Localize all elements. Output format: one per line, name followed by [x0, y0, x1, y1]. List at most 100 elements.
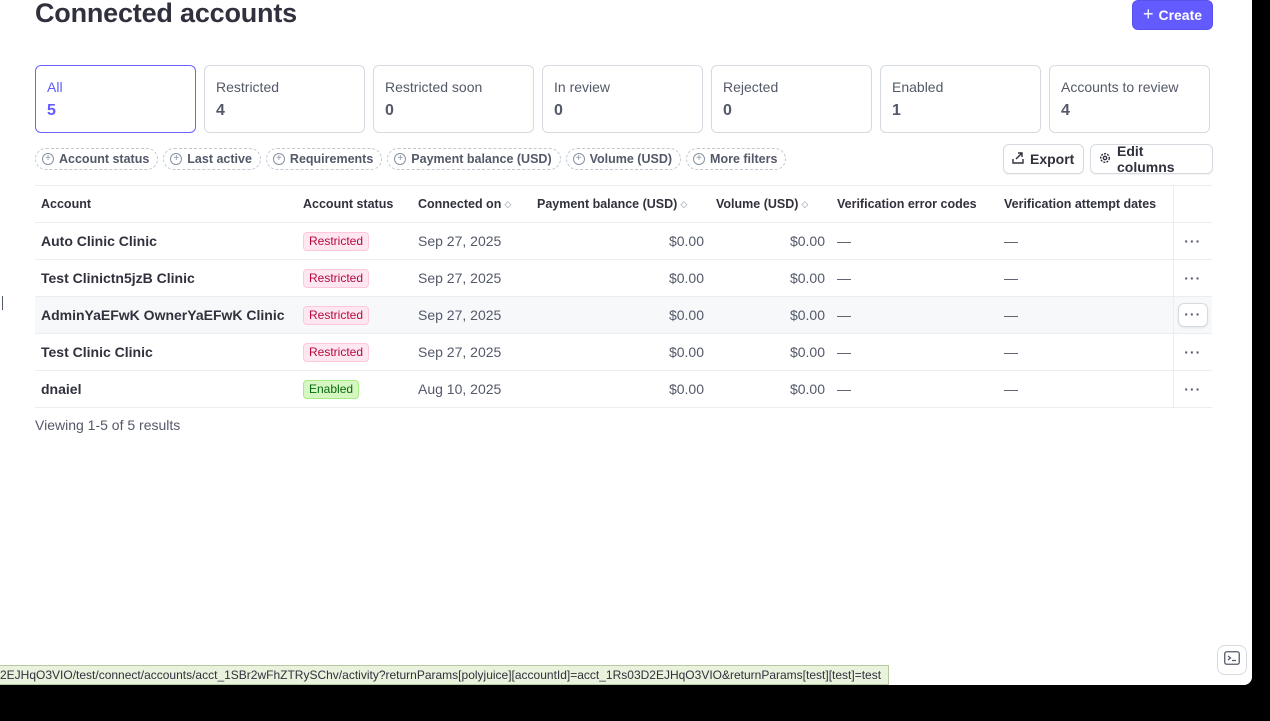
- account-status-cell: Restricted: [297, 333, 412, 371]
- account-name[interactable]: Auto Clinic Clinic: [35, 222, 297, 260]
- verification-error-codes: —: [831, 222, 998, 260]
- status-card-accounts-to-review[interactable]: Accounts to review 4: [1049, 65, 1210, 133]
- column-header-verification-attempt-dates[interactable]: Verification attempt dates: [998, 185, 1173, 223]
- column-header-account[interactable]: Account: [35, 185, 297, 223]
- create-button-label: Create: [1158, 7, 1203, 23]
- payment-balance: $0.00: [531, 370, 710, 408]
- verification-attempt-dates: —: [998, 222, 1173, 260]
- filter-requirements[interactable]: + Requirements: [265, 148, 383, 170]
- payment-balance: $0.00: [531, 259, 710, 297]
- status-card-in-review[interactable]: In review 0: [542, 65, 703, 133]
- verification-attempt-dates: —: [998, 259, 1173, 297]
- create-button[interactable]: + Create: [1132, 0, 1213, 30]
- status-card-count: 4: [216, 102, 225, 119]
- export-button-label: Export: [1030, 151, 1075, 167]
- status-cards: All 5 Restricted 4 Restricted soon 0 In …: [35, 65, 1210, 133]
- filter-label: Volume (USD): [589, 152, 673, 166]
- verification-error-codes: —: [831, 370, 998, 408]
- table-row[interactable]: AdminYaEFwK OwnerYaEFwK Clinic Restricte…: [35, 296, 1212, 334]
- column-header-volume[interactable]: Volume (USD) ◇: [710, 185, 831, 223]
- plus-circle-icon: +: [572, 153, 585, 165]
- status-card-label: Enabled: [892, 79, 944, 95]
- table-row[interactable]: Test Clinictn5jzB Clinic Restricted Sep …: [35, 259, 1212, 297]
- account-name[interactable]: AdminYaEFwK OwnerYaEFwK Clinic: [35, 296, 297, 334]
- filter-label: More filters: [710, 152, 778, 166]
- status-card-enabled[interactable]: Enabled 1: [880, 65, 1041, 133]
- status-card-count: 1: [892, 102, 901, 119]
- status-card-restricted[interactable]: Restricted 4: [204, 65, 365, 133]
- connected-on: Aug 10, 2025: [412, 370, 531, 408]
- status-card-rejected[interactable]: Rejected 0: [711, 65, 872, 133]
- column-header-label: Volume (USD): [716, 197, 799, 211]
- terminal-button[interactable]: [1217, 645, 1247, 675]
- status-bar-url: 2EJHqO3VIO/test/connect/accounts/acct_1S…: [0, 665, 890, 685]
- account-status-cell: Restricted: [297, 222, 412, 260]
- export-icon: [1012, 151, 1024, 167]
- volume: $0.00: [710, 259, 831, 297]
- status-card-label: All: [47, 79, 63, 95]
- account-status-cell: Enabled: [297, 370, 412, 408]
- filter-more-filters[interactable]: + More filters: [686, 148, 787, 170]
- gear-icon: [1099, 151, 1111, 167]
- connected-on: Sep 27, 2025: [412, 333, 531, 371]
- verification-attempt-dates: —: [998, 370, 1173, 408]
- column-header-connected-on[interactable]: Connected on ◇: [412, 185, 531, 223]
- status-card-count: 0: [723, 102, 732, 119]
- table-row[interactable]: dnaiel Enabled Aug 10, 2025 $0.00 $0.00 …: [35, 370, 1212, 408]
- filter-payment-balance[interactable]: + Payment balance (USD): [387, 148, 561, 170]
- status-card-count: 4: [1061, 102, 1070, 119]
- edit-columns-button[interactable]: Edit columns: [1090, 143, 1213, 175]
- column-header-label: Payment balance (USD): [537, 197, 678, 211]
- sort-icon[interactable]: ◇: [504, 199, 511, 209]
- more-icon[interactable]: ···: [1184, 381, 1201, 397]
- status-card-label: Accounts to review: [1061, 79, 1179, 95]
- payment-balance: $0.00: [531, 222, 710, 260]
- table-row[interactable]: Test Clinic Clinic Restricted Sep 27, 20…: [35, 333, 1212, 371]
- row-actions-cell: ···: [1172, 333, 1212, 371]
- more-icon[interactable]: ···: [1184, 233, 1201, 249]
- filter-volume[interactable]: + Volume (USD): [565, 148, 682, 170]
- status-card-count: 0: [554, 102, 563, 119]
- volume: $0.00: [710, 296, 831, 334]
- column-header-label: Connected on: [418, 197, 502, 211]
- verification-error-codes: —: [831, 296, 998, 334]
- status-card-label: In review: [554, 79, 611, 95]
- terminal-icon: [1224, 650, 1240, 670]
- account-name[interactable]: Test Clinictn5jzB Clinic: [35, 259, 297, 297]
- table-row[interactable]: Auto Clinic Clinic Restricted Sep 27, 20…: [35, 222, 1212, 260]
- column-header-verification-error-codes[interactable]: Verification error codes: [831, 185, 998, 223]
- filter-bar: + Account status + Last active + Requiremen…: [35, 148, 787, 170]
- payment-balance: $0.00: [531, 333, 710, 371]
- verification-error-codes: —: [831, 333, 998, 371]
- status-card-label: Restricted soon: [385, 79, 483, 95]
- more-icon[interactable]: ···: [1184, 270, 1201, 286]
- column-header-actions: [1172, 185, 1212, 223]
- status-badge: Enabled: [303, 379, 360, 399]
- account-name[interactable]: dnaiel: [35, 370, 297, 408]
- status-badge: Restricted: [303, 268, 370, 288]
- plus-circle-icon: +: [272, 153, 285, 165]
- status-card-count: 5: [47, 102, 56, 119]
- account-name[interactable]: Test Clinic Clinic: [35, 333, 297, 371]
- account-status-cell: Restricted: [297, 259, 412, 297]
- plus-circle-icon: +: [170, 153, 183, 165]
- more-icon[interactable]: ···: [1184, 344, 1201, 360]
- status-card-all[interactable]: All 5: [35, 65, 196, 133]
- pagination-summary: Viewing 1-5 of 5 results: [35, 417, 181, 433]
- status-card-restricted-soon[interactable]: Restricted soon 0: [373, 65, 534, 133]
- filter-account-status[interactable]: + Account status: [35, 148, 159, 170]
- filter-label: Last active: [187, 152, 252, 166]
- sort-icon[interactable]: ◇: [680, 199, 687, 209]
- sort-icon[interactable]: ◇: [801, 199, 808, 209]
- column-header-payment-balance[interactable]: Payment balance (USD) ◇: [531, 185, 710, 223]
- app-window: Connected accounts + Create All 5 Restri…: [0, 0, 1252, 685]
- text-cursor: [2, 296, 3, 310]
- plus-circle-icon: +: [394, 153, 407, 165]
- plus-icon: +: [1142, 4, 1154, 24]
- column-header-account-status[interactable]: Account status: [297, 185, 412, 223]
- export-button[interactable]: Export: [1003, 144, 1084, 174]
- plus-circle-icon: +: [693, 153, 706, 165]
- more-icon[interactable]: ···: [1177, 303, 1208, 327]
- row-actions-cell: ···: [1172, 259, 1212, 297]
- filter-last-active[interactable]: + Last active: [163, 148, 261, 170]
